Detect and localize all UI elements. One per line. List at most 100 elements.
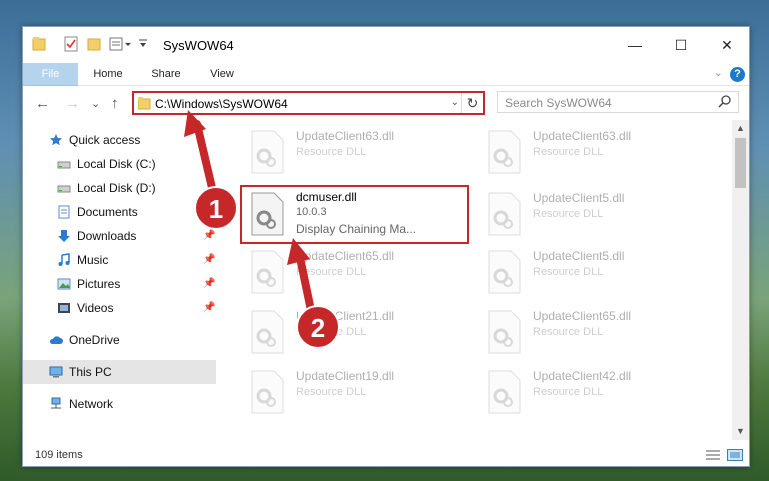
sidebar-item-downloads[interactable]: Downloads 📌 <box>23 224 216 248</box>
address-bar[interactable]: C:\Windows\SysWOW64 ⌄ ↻ <box>132 91 485 115</box>
dll-file-icon <box>488 310 521 354</box>
pin-icon[interactable]: 📌 <box>203 278 215 289</box>
pictures-icon <box>57 278 71 290</box>
minimize-button[interactable]: — <box>613 31 657 59</box>
refresh-button[interactable]: ↻ <box>461 93 483 113</box>
sidebar-item-videos[interactable]: Videos 📌 <box>23 296 216 320</box>
dll-file-icon <box>488 130 521 174</box>
file-type: Resource DLL <box>296 326 367 338</box>
back-button[interactable]: ← <box>35 95 50 112</box>
network-icon <box>51 397 61 409</box>
sidebar-item-label: Downloads <box>77 229 137 243</box>
dll-file-icon <box>251 130 284 174</box>
sidebar-item-label: Pictures <box>77 277 121 291</box>
sidebar-item-label: Network <box>69 397 114 411</box>
sidebar-item-quick-access[interactable]: Quick access <box>23 128 216 152</box>
address-dropdown-icon[interactable]: ⌄ <box>451 97 459 108</box>
scroll-up-button[interactable]: ▲ <box>732 120 749 137</box>
help-icon[interactable]: ? <box>730 67 745 82</box>
dll-file-icon <box>251 310 284 354</box>
file-item[interactable]: UpdateClient42.dll Resource DLL <box>481 366 711 418</box>
close-button[interactable]: ✕ <box>705 31 749 59</box>
file-name: UpdateClient21.dll <box>296 309 395 323</box>
sidebar-item-network[interactable]: Network <box>23 392 216 416</box>
recent-locations-button[interactable]: ⌄ <box>91 97 100 110</box>
dll-file-icon <box>488 192 521 236</box>
title-bar: SysWOW64 — ☐ ✕ <box>23 27 749 63</box>
file-item[interactable]: UpdateClient65.dll Resource DLL <box>481 306 711 358</box>
new-folder-icon[interactable] <box>87 36 101 52</box>
dll-file-icon <box>488 250 521 294</box>
file-list: UpdateClient63.dll Resource DLL UpdateCl… <box>238 120 735 440</box>
file-name: UpdateClient5.dll <box>533 249 625 263</box>
sidebar-item-pictures[interactable]: Pictures 📌 <box>23 272 216 296</box>
file-name: UpdateClient65.dll <box>533 309 632 323</box>
sidebar-item-label: OneDrive <box>69 333 120 347</box>
dll-file-icon <box>251 250 284 294</box>
customize-toolbar-icon[interactable] <box>109 36 133 52</box>
sidebar-item-onedrive[interactable]: OneDrive <box>23 328 216 352</box>
pin-icon[interactable]: 📌 <box>203 302 215 313</box>
file-name: UpdateClient42.dll <box>533 369 632 383</box>
file-name: UpdateClient65.dll <box>296 249 395 263</box>
forward-button[interactable]: → <box>65 95 80 112</box>
tab-view[interactable]: View <box>199 63 245 86</box>
file-type: Resource DLL <box>296 146 367 158</box>
computer-icon <box>49 366 63 378</box>
up-button[interactable]: ↑ <box>111 95 119 112</box>
properties-icon[interactable] <box>64 36 78 52</box>
details-view-icon[interactable] <box>705 449 721 461</box>
file-type: Resource DLL <box>533 146 604 158</box>
tab-share[interactable]: Share <box>143 63 189 86</box>
file-item[interactable]: UpdateClient5.dll Resource DLL <box>481 246 711 298</box>
folder-icon <box>32 37 46 51</box>
navigation-bar: ← → ⌄ ↑ C:\Windows\SysWOW64 ⌄ ↻ Search S… <box>23 86 749 120</box>
ribbon: File Home Share View ⌄ ? <box>23 63 749 115</box>
file-type: Resource DLL <box>533 386 604 398</box>
scroll-thumb[interactable] <box>735 138 746 188</box>
file-item[interactable]: UpdateClient5.dll Resource DLL <box>481 188 711 240</box>
sidebar-item-local-disk-c[interactable]: Local Disk (C:) <box>23 152 216 176</box>
quick-access-dropdown-icon[interactable] <box>138 36 148 52</box>
sidebar-item-local-disk-d[interactable]: Local Disk (D:) <box>23 176 216 200</box>
file-item[interactable]: UpdateClient19.dll Resource DLL <box>244 366 474 418</box>
window-title: SysWOW64 <box>163 38 234 53</box>
sidebar-item-this-pc[interactable]: This PC <box>23 360 216 384</box>
search-icon[interactable] <box>718 95 732 109</box>
sidebar-item-label: Local Disk (D:) <box>77 181 156 195</box>
cloud-icon <box>49 336 63 344</box>
file-name: dcmuser.dll <box>296 190 357 204</box>
sidebar-item-label: Local Disk (C:) <box>77 157 156 171</box>
file-item[interactable]: UpdateClient21.dll Resource DLL <box>244 306 474 358</box>
search-box[interactable]: Search SysWOW64 <box>497 91 739 113</box>
file-item-dcmuser[interactable]: dcmuser.dll 10.0.3 Display Chaining Ma..… <box>244 188 474 240</box>
tab-home[interactable]: Home <box>85 63 131 86</box>
file-item[interactable]: UpdateClient63.dll Resource DLL <box>481 126 711 178</box>
status-bar: 109 items <box>23 440 749 466</box>
pin-icon[interactable]: 📌 <box>203 254 215 265</box>
address-text[interactable]: C:\Windows\SysWOW64 <box>155 97 288 111</box>
navigation-pane: Quick access Local Disk (C:) Local Disk … <box>23 120 216 440</box>
sidebar-item-label: Videos <box>77 301 114 315</box>
large-icons-view-icon[interactable] <box>727 449 743 461</box>
pin-icon[interactable]: 📌 <box>203 230 215 241</box>
expand-ribbon-icon[interactable]: ⌄ <box>714 66 723 79</box>
sidebar-item-documents[interactable]: Documents <box>23 200 216 224</box>
sidebar-item-music[interactable]: Music 📌 <box>23 248 216 272</box>
sidebar-item-label: Music <box>77 253 109 267</box>
file-item[interactable]: UpdateClient65.dll Resource DLL <box>244 246 474 298</box>
search-input[interactable]: Search SysWOW64 <box>505 96 612 110</box>
file-type: Resource DLL <box>296 266 367 278</box>
documents-icon <box>58 205 70 219</box>
sidebar-item-label: Documents <box>77 205 138 219</box>
maximize-button[interactable]: ☐ <box>659 31 703 59</box>
file-name: UpdateClient19.dll <box>296 369 395 383</box>
vertical-scrollbar[interactable]: ▲ ▼ <box>732 120 749 440</box>
file-name: UpdateClient63.dll <box>533 129 632 143</box>
scroll-down-button[interactable]: ▼ <box>732 423 749 440</box>
file-type: Resource DLL <box>533 326 604 338</box>
file-description: Display Chaining Ma... <box>296 222 417 236</box>
star-icon <box>50 134 62 146</box>
file-item[interactable]: UpdateClient63.dll Resource DLL <box>244 126 474 178</box>
file-name: UpdateClient5.dll <box>533 191 625 205</box>
